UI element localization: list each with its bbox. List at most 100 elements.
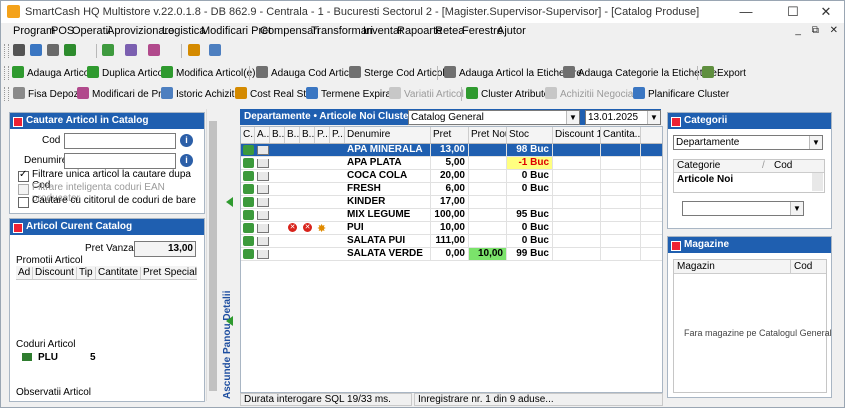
panel-icon (671, 241, 681, 251)
table-row[interactable]: SALATA PUI 111,00 0 Buc (241, 235, 662, 248)
maximize-button[interactable]: ☐ (778, 3, 808, 21)
menu-ajutor[interactable]: Ajutor (497, 25, 526, 37)
cluster-select[interactable]: Catalog General ▼ (408, 110, 580, 125)
col-b2[interactable]: B... (285, 127, 300, 143)
label-icon (444, 66, 456, 78)
minimize-button[interactable]: — (731, 3, 761, 21)
col-b3[interactable]: B... (300, 127, 315, 143)
price-icon (77, 87, 89, 99)
export-button[interactable]: Export (702, 66, 746, 81)
col-stoc[interactable]: Stoc (507, 127, 553, 143)
negotiated-purchases-button[interactable]: Achizitii Negociate (545, 87, 642, 102)
dollar-icon[interactable] (148, 44, 160, 56)
fisa-depozit-button[interactable]: Fisa Depozit (13, 87, 84, 102)
tools-icon[interactable] (47, 44, 59, 56)
duplicate-article-button[interactable]: Duplica Articol (87, 66, 165, 81)
cell-denumire: FRESH (345, 183, 431, 195)
modify-article-button[interactable]: Modifica Articol(e) (161, 66, 255, 81)
promotions-label: Promotii Articol (16, 255, 83, 266)
cluster-planning-button[interactable]: Planificare Cluster (633, 87, 729, 102)
menu-logistica[interactable]: Logistica (162, 25, 205, 37)
tree-scrollbar[interactable] (812, 173, 823, 191)
table-row[interactable]: APA PLATA 5,00 -1 Buc (241, 157, 662, 170)
menu-pos[interactable]: POS (51, 25, 74, 37)
cluster-attributes-button[interactable]: Cluster Atribute (466, 87, 549, 102)
expiry-terms-button[interactable]: Termene Expirare (306, 87, 400, 102)
mdi-close-button[interactable]: ✕ (830, 25, 838, 36)
menu-retea[interactable]: Retea (435, 25, 464, 37)
table-row[interactable]: COCA COLA 20,00 0 Buc (241, 170, 662, 183)
col-cantitate[interactable]: Cantita... (601, 127, 641, 143)
col-a[interactable]: A... (255, 127, 270, 143)
cell-pret-nou (469, 222, 507, 234)
price-changes-button[interactable]: Modificari de Pret (77, 87, 170, 102)
purchase-history-button[interactable]: Istoric Achizitii (161, 87, 239, 102)
col-magazin-cod[interactable]: Cod (794, 261, 812, 272)
report-icon[interactable] (209, 44, 221, 56)
details-splitter[interactable]: Ascunde Panou Detalii (220, 109, 238, 401)
left-scrollbar-thumb[interactable] (209, 121, 217, 391)
date-picker[interactable]: 13.01.2025 ▼ (585, 110, 661, 125)
table-row[interactable]: KINDER 17,00 (241, 196, 662, 209)
cashbox-icon[interactable] (30, 44, 42, 56)
ean-filter-checkbox[interactable] (18, 184, 29, 195)
col-denumire[interactable]: Denumire (345, 127, 431, 143)
menu-program[interactable]: Program (13, 25, 55, 37)
col-ad[interactable]: Ad (16, 267, 33, 279)
col-c[interactable]: C... (241, 127, 255, 143)
article-status-icon (243, 236, 254, 246)
denumire-info-icon[interactable]: i (180, 154, 193, 167)
cod-info-icon[interactable]: i (180, 134, 193, 147)
truck-icon[interactable] (125, 44, 137, 56)
add-to-label-button[interactable]: Adauga Articol la Etichetare (444, 66, 582, 81)
close-button[interactable]: ✕ (811, 3, 841, 21)
col-pret-nou[interactable]: Pret Nou (469, 127, 507, 143)
hide-details-label[interactable]: Ascunde Panou Detalii (222, 291, 233, 399)
col-cat-cod[interactable]: Cod (774, 160, 792, 171)
delete-code-button[interactable]: Sterge Cod Articol (349, 66, 445, 81)
add-article-button[interactable]: Adauga Articol (12, 66, 92, 81)
mdi-restore-button[interactable]: ⧉ (812, 25, 819, 36)
table-row[interactable]: ✕ ✕ ✸ PUI 10,00 0 Buc (241, 222, 662, 235)
barcode-delete-icon (349, 66, 361, 78)
category-filter-select[interactable]: ▼ (682, 201, 804, 216)
col-discount[interactable]: Discount (33, 267, 77, 279)
print-icon[interactable] (13, 44, 25, 56)
article-variations-button[interactable]: Variatii Articol (389, 87, 464, 102)
cell-discount (553, 222, 601, 234)
col-b1[interactable]: B... (270, 127, 285, 143)
package-icon[interactable] (188, 44, 200, 56)
left-scrollbar[interactable] (206, 109, 219, 401)
col-categorie[interactable]: Categorie (677, 160, 720, 171)
col-cantitate[interactable]: Cantitate (96, 267, 141, 279)
add-category-label-button[interactable]: Adauga Categorie la Etichetare (563, 66, 717, 81)
collapse-arrow-icon-2[interactable] (226, 316, 233, 326)
real-cost-button[interactable]: Cost Real Stoc (235, 87, 317, 102)
table-row[interactable]: FRESH 6,00 0 Buc (241, 183, 662, 196)
table-row[interactable]: MIX LEGUME 100,00 95 Buc (241, 209, 662, 222)
article-status-icon (243, 184, 254, 194)
table-row[interactable]: SALATA VERDE 0,00 10,00 99 Buc (241, 248, 662, 261)
article-status-icon (243, 145, 254, 155)
col-discount[interactable]: Discount 1 (553, 127, 601, 143)
col-pret[interactable]: Pret (431, 127, 469, 143)
menu-operatii[interactable]: Operatii (72, 25, 111, 37)
cart-icon[interactable] (102, 44, 114, 56)
barcode-reader-checkbox[interactable] (18, 197, 29, 208)
table-row[interactable]: APA MINERALA 13,00 98 Buc (241, 144, 662, 157)
cod-input[interactable] (64, 133, 176, 149)
add-code-button[interactable]: Adauga Cod Articol (256, 66, 357, 81)
col-p1[interactable]: P... (315, 127, 330, 143)
col-pret-special[interactable]: Pret Special (141, 267, 197, 279)
categories-type-select[interactable]: Departamente ▼ (673, 135, 823, 150)
history-icon (161, 87, 173, 99)
mdi-minimize-button[interactable]: _ (795, 25, 801, 36)
category-item[interactable]: Articole Noi (677, 174, 733, 185)
denumire-input[interactable] (64, 153, 176, 169)
collapse-arrow-icon[interactable] (226, 197, 233, 207)
col-p2[interactable]: P... (330, 127, 345, 143)
col-tip[interactable]: Tip (77, 267, 96, 279)
users-icon[interactable] (64, 44, 76, 56)
unique-filter-checkbox[interactable] (18, 169, 29, 182)
col-magazin[interactable]: Magazin (677, 261, 715, 272)
